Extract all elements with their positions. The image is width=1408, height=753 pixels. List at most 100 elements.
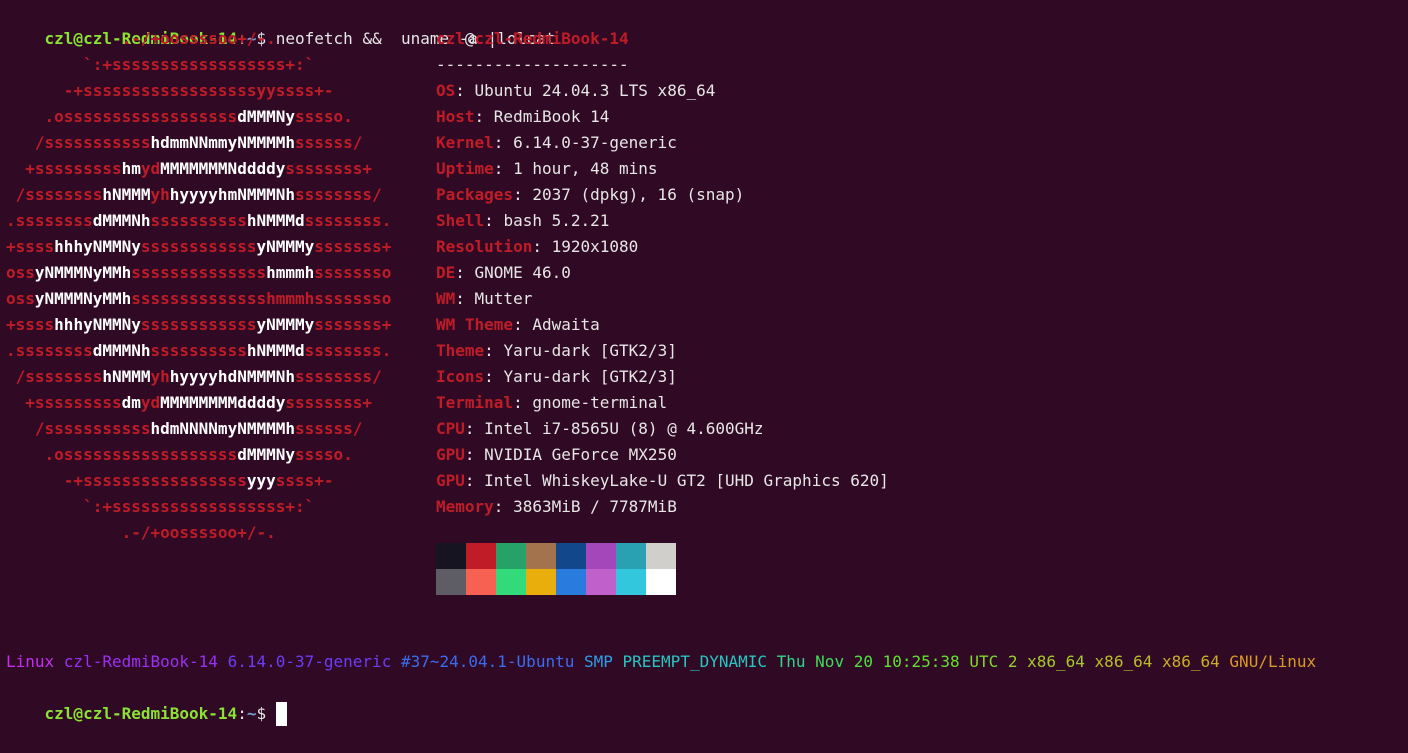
ascii-logo-segment: yNMMMy [256, 237, 315, 256]
ascii-logo-segment: ssssss/ [295, 419, 392, 438]
info-value: 6.14.0-37-generic [513, 133, 677, 152]
ascii-logo-segment: `:+ssssssssssssssssss+:` [6, 497, 392, 516]
ascii-logo-segment: hyyyyhmNMMMNh [169, 185, 295, 204]
text-cursor[interactable] [275, 701, 287, 726]
uname-token: 6.14.0-37-generic [227, 652, 401, 671]
info-separator: -------------------- [436, 55, 629, 74]
info-title-at: @ [464, 29, 475, 48]
info-title-host: czl-RedmiBook-14 [474, 29, 629, 48]
uname-token: Thu [776, 652, 816, 671]
info-value: bash 5.2.21 [503, 211, 610, 230]
ascii-logo-segment: /sssssssssss [6, 133, 151, 152]
color-swatch [436, 569, 466, 595]
uname-token: SMP [583, 652, 623, 671]
ascii-logo-segment: +sssssssss [6, 393, 122, 412]
ascii-logo-segment: hmmmh [266, 263, 315, 282]
info-value: 1920x1080 [551, 237, 639, 256]
ascii-logo-segment: ssssssss/ [295, 367, 392, 386]
info-key: OS [436, 81, 456, 100]
color-swatch [496, 543, 526, 569]
uname-token: UTC [969, 652, 1008, 671]
ascii-logo-segment: hdmNNNNmyNMMMMh [150, 419, 296, 438]
ascii-logo-row: `:+ssssssssssssssssss+:` [6, 494, 391, 520]
uname-token: Linux [6, 652, 64, 671]
info-key: Icons [436, 367, 485, 386]
color-palette [436, 543, 676, 595]
color-swatch [616, 569, 646, 595]
ascii-logo-row: .ossssssssssssssssssdMMMNysssso. [6, 104, 391, 130]
ascii-logo-segment: ssssssssssss [140, 237, 257, 256]
ascii-logo-segment: ssssss/ [295, 133, 392, 152]
ascii-logo-segment: ssssssssssssss [131, 263, 267, 282]
ascii-logo-segment: ssssssss. [304, 211, 392, 230]
info-key: GPU [436, 471, 465, 490]
ascii-logo-segment: hNMMM [102, 367, 151, 386]
ascii-logo-row: ossyNMMMNyMMhsssssssssssssshmmmhssssssso [6, 260, 391, 286]
ascii-logo-segment: sssso. [294, 445, 392, 464]
ascii-logo-row: .-/+oossssoo+/-. [6, 26, 391, 52]
ascii-logo-segment: hNMMM [102, 185, 151, 204]
ascii-logo-segment: yd [140, 393, 161, 412]
color-swatch [616, 543, 646, 569]
terminal-window[interactable]: czl@czl-RedmiBook-14:~$ neofetch && unam… [0, 0, 1408, 726]
ascii-logo-segment: ssssssss+ [285, 393, 392, 412]
ascii-logo-row: `:+ssssssssssssssssss+:` [6, 52, 391, 78]
ascii-logo-segment: yh [150, 367, 170, 386]
info-value: Mutter [474, 289, 533, 308]
info-value: Ubuntu 24.04.3 LTS x86_64 [474, 81, 716, 100]
ascii-logo-segment: MMMMMMMMddddy [160, 393, 286, 412]
ascii-logo-segment: oss [6, 289, 35, 308]
color-swatch [586, 569, 616, 595]
uname-token: 10:25:38 [882, 652, 970, 671]
info-key: Uptime [436, 159, 494, 178]
info-row: Shell: bash 5.2.21 [436, 211, 610, 230]
info-key: Memory [436, 497, 494, 516]
info-row: CPU: Intel i7-8565U (8) @ 4.600GHz [436, 419, 764, 438]
info-value: 1 hour, 48 mins [513, 159, 658, 178]
ascii-logo-segment: -+sssssssssssssssss [6, 471, 247, 490]
uname-token: PREEMPT_DYNAMIC [622, 652, 777, 671]
uname-token: x86_64 [1027, 652, 1095, 671]
ascii-logo-segment: yd [140, 159, 161, 178]
info-key: Host [436, 107, 475, 126]
color-swatch [646, 543, 676, 569]
ascii-logo-segment: ssss+- [275, 471, 392, 490]
active-prompt-line[interactable]: czl@czl-RedmiBook-14:~$ [6, 675, 287, 726]
ascii-logo-segment: hhhyNMMNy [54, 315, 141, 334]
command-line: czl@czl-RedmiBook-14:~$ neofetch && unam… [6, 0, 556, 48]
uname-token: #37~24.04.1-Ubuntu [400, 652, 584, 671]
uname-token: 20 [853, 652, 883, 671]
info-key: Packages [436, 185, 514, 204]
ascii-logo-segment: yNMMMNyMMh [34, 263, 132, 282]
ascii-logo-segment: `:+ssssssssssssssssss+:` [6, 55, 392, 74]
info-key: Theme [436, 341, 485, 360]
ascii-logo-row: .-/+oossssoo+/-. [6, 520, 391, 546]
info-row: Memory: 3863MiB / 7787MiB [436, 497, 677, 516]
ascii-logo-segment: +ssss [6, 237, 55, 256]
color-swatch [556, 569, 586, 595]
info-key: Shell [436, 211, 485, 230]
info-value: RedmiBook 14 [493, 107, 610, 126]
ascii-logo-segment: ssssssssssss [140, 315, 257, 334]
color-swatch [586, 543, 616, 569]
ascii-logo-row: +ssssssssshmydMMMMMMMNddddyssssssss+ [6, 156, 391, 182]
ascii-logo-segment: dMMMNy [237, 445, 295, 464]
info-value: GNOME 46.0 [474, 263, 571, 282]
info-row: WM Theme: Adwaita [436, 315, 600, 334]
info-value: gnome-terminal [532, 393, 668, 412]
ascii-logo-segment: /ssssssss [6, 367, 103, 386]
ascii-logo-row: +sssssssssdmydMMMMMMMMddddyssssssss+ [6, 390, 391, 416]
ascii-logo-row: .ossssssssssssssssssdMMMNysssso. [6, 442, 391, 468]
info-row: Resolution: 1920x1080 [436, 237, 639, 256]
color-swatch [526, 543, 556, 569]
info-rows: OS: Ubuntu 24.04.3 LTS x86_64 Host: Redmi… [436, 78, 889, 520]
prompt-colon: : [237, 704, 247, 723]
info-value: Intel WhiskeyLake-U GT2 [UHD Graphics 62… [484, 471, 889, 490]
info-row: Kernel: 6.14.0-37-generic [436, 133, 677, 152]
ascii-logo-segment: oss [6, 263, 35, 282]
info-row: WM: Mutter [436, 289, 533, 308]
ascii-logo-segment: yyy [246, 471, 276, 490]
ascii-logo-row: ossyNMMMNyMMhsssssssssssssshmmmhssssssso [6, 286, 391, 312]
ascii-logo-segment: sssssss+ [314, 315, 392, 334]
ascii-logo-segment: yNMMMy [256, 315, 315, 334]
